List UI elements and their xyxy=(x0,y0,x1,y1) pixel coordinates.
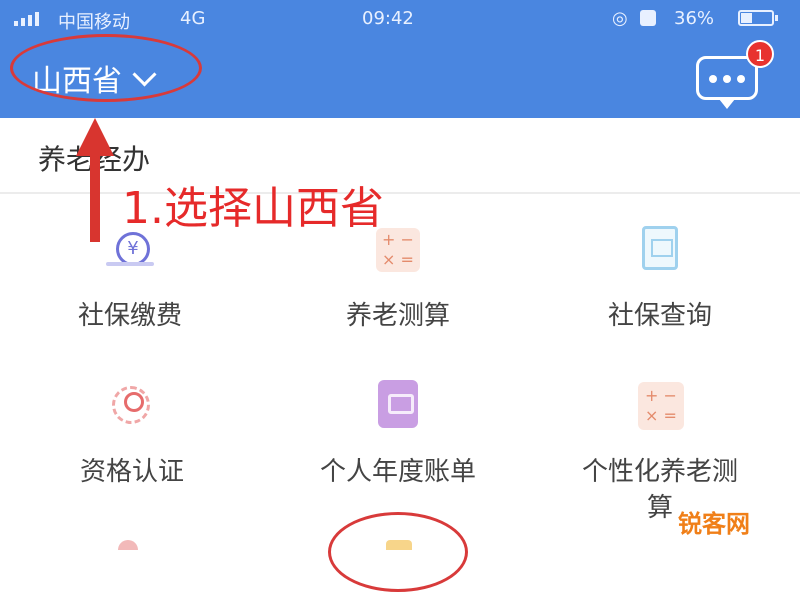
coin-icon: ¥ xyxy=(100,222,160,282)
service-item-pension-calc[interactable]: + − × = 养老测算 xyxy=(268,222,528,334)
divider xyxy=(0,192,800,194)
message-badge: 1 xyxy=(746,40,774,68)
service-item-social-query[interactable]: 社保查询 xyxy=(530,222,790,334)
signal-icon xyxy=(14,12,39,26)
service-label: 资格认证 xyxy=(79,457,184,487)
service-icon-partial xyxy=(118,540,138,550)
watermark: 锐客网 xyxy=(678,510,750,538)
status-bar: 中国移动 4G 09:42 ◎ 36% xyxy=(0,0,800,38)
service-label: 个人年度账单 xyxy=(319,457,476,487)
clock: 09:42 xyxy=(362,8,414,29)
service-item-social-payment[interactable]: ¥ 社保缴费 xyxy=(0,222,260,334)
bill-icon xyxy=(368,378,428,438)
service-item-custom-pension-calc[interactable]: + − × = 个性化养老测算 xyxy=(530,378,790,526)
person-verify-icon xyxy=(102,378,162,438)
calculator-icon: + − × = xyxy=(630,378,690,438)
lock-icon xyxy=(640,10,656,26)
calculator-icon: + − × = xyxy=(368,222,428,282)
carrier-name: 中国移动 xyxy=(58,12,130,33)
service-label: 养老测算 xyxy=(345,301,450,331)
alarm-icon: ◎ xyxy=(612,8,628,29)
service-item-qualification[interactable]: 资格认证 xyxy=(2,378,262,490)
annotation-highlight-circle xyxy=(10,34,202,102)
service-label: 社保查询 xyxy=(607,301,712,331)
bank-icon xyxy=(630,222,690,282)
battery-percent: 36% xyxy=(674,8,715,29)
chat-bubble-icon xyxy=(709,75,745,83)
service-item-annual-bill[interactable]: 个人年度账单 xyxy=(268,378,528,490)
battery-icon xyxy=(738,10,778,26)
network-type: 4G xyxy=(180,8,206,29)
annotation-highlight-circle xyxy=(328,512,468,592)
service-label: 社保缴费 xyxy=(77,301,182,331)
